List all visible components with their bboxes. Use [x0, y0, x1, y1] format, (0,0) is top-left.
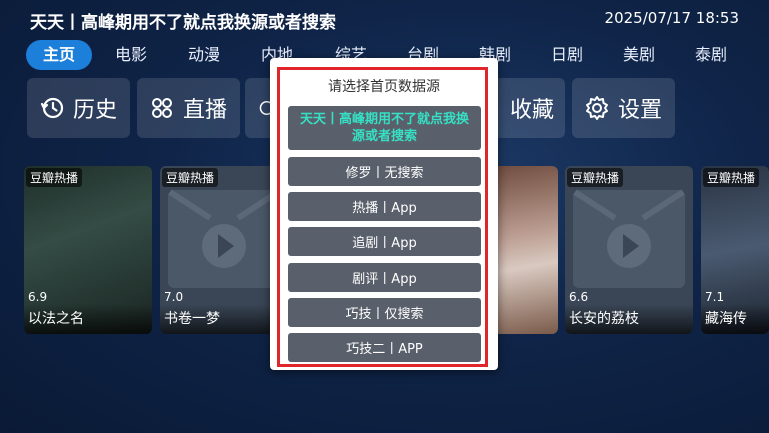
card-rating: 7.0 — [164, 290, 184, 304]
card-title: 书卷一梦 — [160, 304, 288, 334]
card-rating: 6.9 — [28, 290, 48, 304]
live-label: 直播 — [183, 98, 228, 123]
card-badge: 豆瓣热播 — [26, 168, 83, 187]
card-rating: 6.6 — [569, 290, 589, 304]
tab-home[interactable]: 主页 — [26, 40, 92, 70]
tab-thai-drama[interactable]: 泰剧 — [688, 40, 734, 70]
clock: 2025/07/17 18:53 — [604, 9, 739, 27]
card-title: 以法之名 — [24, 304, 152, 334]
card-badge: 豆瓣热播 — [703, 168, 760, 187]
history-label: 历史 — [73, 98, 118, 123]
card-title: 藏海传 — [701, 304, 769, 334]
settings-tile[interactable]: 设置 — [572, 78, 675, 138]
source-picker-dialog: 请选择首页数据源 天天丨高峰期用不了就点我换源或者搜索 修罗丨无搜索 热播丨Ap… — [270, 58, 498, 370]
live-icon — [152, 98, 172, 118]
settings-label: 设置 — [618, 98, 663, 123]
media-card[interactable]: 豆瓣热播 7.1 藏海传 — [701, 166, 769, 334]
history-icon — [40, 97, 64, 119]
gear-icon — [586, 96, 608, 120]
media-card[interactable]: 豆瓣热播 6.6 长安的荔枝 — [565, 166, 693, 334]
source-option[interactable]: 巧技二丨APP — [288, 333, 481, 362]
source-option[interactable]: 修罗丨无搜索 — [288, 157, 481, 186]
source-option[interactable]: 追剧丨App — [288, 227, 481, 256]
card-badge: 豆瓣热播 — [162, 168, 219, 187]
tab-anime[interactable]: 动漫 — [180, 40, 228, 70]
history-tile[interactable]: 历史 — [27, 78, 130, 138]
live-tile[interactable]: 直播 — [137, 78, 240, 138]
source-option[interactable]: 剧评丨App — [288, 263, 481, 292]
tab-us-drama[interactable]: 美剧 — [616, 40, 662, 70]
source-option[interactable]: 天天丨高峰期用不了就点我换源或者搜索 — [288, 106, 481, 150]
card-title: 长安的荔枝 — [565, 304, 693, 334]
dialog-title: 请选择首页数据源 — [328, 79, 440, 95]
tab-japanese-drama[interactable]: 日剧 — [544, 40, 590, 70]
card-badge: 豆瓣热播 — [567, 168, 624, 187]
tab-movies[interactable]: 电影 — [108, 40, 154, 70]
media-card[interactable]: 豆瓣热播 6.9 以法之名 — [24, 166, 152, 334]
media-card[interactable]: 豆瓣热播 7.0 书卷一梦 — [160, 166, 288, 334]
top-bar: 天天丨高峰期用不了就点我换源或者搜索 2025/07/17 18:53 — [0, 0, 769, 36]
source-option[interactable]: 巧技丨仅搜索 — [288, 298, 481, 327]
card-rating: 7.1 — [705, 290, 725, 304]
source-option[interactable]: 热播丨App — [288, 192, 481, 221]
app-title: 天天丨高峰期用不了就点我换源或者搜索 — [30, 13, 336, 33]
favorites-label: 收藏 — [510, 98, 555, 123]
favorites-tile[interactable]: 收藏 — [494, 78, 565, 138]
